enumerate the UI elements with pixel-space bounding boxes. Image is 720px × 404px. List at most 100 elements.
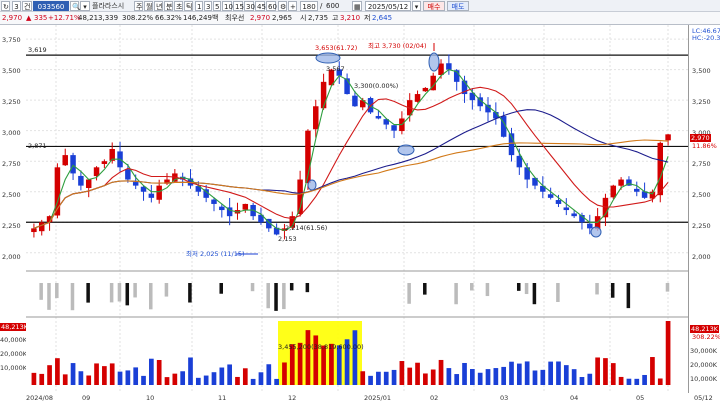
candle-body xyxy=(634,188,640,192)
minute-3[interactable]: 3 xyxy=(204,1,212,11)
annotation-3300: 3,300(0.00%) xyxy=(354,82,399,90)
signal-bar xyxy=(289,283,294,291)
volume-bar xyxy=(665,321,671,385)
candle-body xyxy=(563,207,570,211)
signal-bar xyxy=(610,283,615,298)
volume-bar xyxy=(31,372,37,385)
search-type-button[interactable]: 건 xyxy=(22,1,32,11)
buy-button[interactable]: 매수 xyxy=(423,1,445,11)
volume-bar xyxy=(62,374,68,385)
signal-bar xyxy=(556,283,560,302)
open-label: 시 xyxy=(300,14,307,22)
volume-bar xyxy=(352,330,358,385)
volume-bar xyxy=(188,357,193,385)
signal-bar xyxy=(305,283,310,293)
calendar-icon[interactable]: ▾ xyxy=(412,1,421,11)
candle-body xyxy=(156,185,162,200)
stock-name: 플라라스시 xyxy=(92,2,125,10)
volume-bar xyxy=(133,367,139,385)
volume-bar xyxy=(195,377,201,385)
volume-bar xyxy=(360,371,366,385)
minute-15[interactable]: 15 xyxy=(233,1,244,11)
left-vol-tick: 10,000K xyxy=(0,364,28,372)
right-tick: 2,250 xyxy=(692,222,711,230)
volume-ratio: 308.22% xyxy=(122,14,154,22)
volume-bar xyxy=(430,369,436,385)
dropdown-icon[interactable]: ▾ xyxy=(80,1,90,11)
candle-body xyxy=(31,228,37,233)
best-price-value: 2,970 xyxy=(250,14,271,22)
grid-icon[interactable]: ▦ xyxy=(352,1,362,11)
volume-bar xyxy=(657,378,663,385)
candle-body xyxy=(39,222,45,232)
candle-body xyxy=(219,206,225,211)
candle-body xyxy=(211,199,217,204)
volume-bar xyxy=(321,345,326,385)
period-minute[interactable]: 분 xyxy=(164,1,173,11)
hline-label-mid: 2,871 xyxy=(28,142,47,150)
period-year[interactable]: 년 xyxy=(154,1,163,11)
candle-body xyxy=(587,223,593,229)
right-vol-tick: 30,000K xyxy=(690,347,718,355)
count-input[interactable]: 180 xyxy=(300,1,318,11)
refresh-icon[interactable]: ↻ xyxy=(1,1,10,11)
signal-bar xyxy=(164,283,169,297)
minute-30[interactable]: 30 xyxy=(244,1,255,11)
sell-button[interactable]: 매도 xyxy=(447,1,469,11)
signal-bar xyxy=(595,283,599,295)
signal-bar xyxy=(516,283,521,291)
volume-bar xyxy=(642,374,647,385)
period-second[interactable]: 초 xyxy=(174,1,183,11)
volume-bar xyxy=(634,378,640,385)
period-week[interactable]: 주 xyxy=(134,1,143,11)
annotation-2153: 2,153 xyxy=(278,235,297,243)
volume-bar xyxy=(415,362,420,385)
volume-bar xyxy=(172,373,178,385)
date-input[interactable]: 2025/05/12 xyxy=(365,1,411,11)
volume-bar xyxy=(39,373,45,385)
candle-body xyxy=(375,116,382,119)
period-tick[interactable]: 틱 xyxy=(184,1,193,11)
right-price-now: 2,970 xyxy=(690,134,711,142)
left-tick: 3,000 xyxy=(2,129,21,137)
minute-60[interactable]: 60 xyxy=(266,1,277,11)
candle-body xyxy=(446,63,452,70)
signal-bar xyxy=(423,283,427,295)
minute-1[interactable]: 1 xyxy=(195,1,203,11)
turnover-ratio: 66.32% xyxy=(155,14,182,22)
x-label: 09 xyxy=(82,394,91,402)
volume-bar xyxy=(86,375,92,385)
chart-area[interactable]: 3,619 2,871 3,653(61.72) 3,567 3,300(0.0… xyxy=(26,25,688,393)
signal-bar xyxy=(470,283,474,291)
code-input[interactable]: 033560 xyxy=(33,1,69,11)
volume-bar xyxy=(446,368,452,385)
period-month[interactable]: 월 xyxy=(144,1,153,11)
right-tick: 2,500 xyxy=(692,191,711,199)
x-label: 12 xyxy=(288,394,297,402)
search-icon[interactable]: 🔍 xyxy=(70,1,81,11)
minute-10[interactable]: 10 xyxy=(222,1,233,11)
volume-bar xyxy=(532,370,538,385)
minute-45[interactable]: 45 xyxy=(255,1,266,11)
settings-icon[interactable]: ⚙ xyxy=(278,1,287,11)
volume-bar xyxy=(556,361,561,385)
volume-bar xyxy=(391,369,397,385)
volume-bar xyxy=(650,357,655,385)
left-axis: 3,750 3,500 3,250 3,000 2,750 2,500 2,25… xyxy=(0,25,30,393)
volume-bar xyxy=(219,367,225,385)
minute-5[interactable]: 5 xyxy=(213,1,221,11)
high-label: 고 xyxy=(332,14,339,22)
low-price: 2,645 xyxy=(372,14,393,22)
code-count-field[interactable]: 3 xyxy=(12,1,21,11)
signal-bar xyxy=(133,283,137,298)
right-axis: LC:46.67 HC:-20.38 3,500 3,250 3,000 2,9… xyxy=(688,25,720,393)
candle-body xyxy=(125,169,131,180)
right-price-pct: 11.86% xyxy=(692,142,717,150)
price-chart-svg xyxy=(26,25,688,393)
left-vol-tick: 20,000K xyxy=(0,350,28,358)
volume-bar xyxy=(376,371,381,385)
volume-bar xyxy=(571,369,577,385)
add-icon[interactable]: + xyxy=(288,1,297,11)
volume-bar xyxy=(250,378,256,385)
volume-bar xyxy=(305,330,311,385)
